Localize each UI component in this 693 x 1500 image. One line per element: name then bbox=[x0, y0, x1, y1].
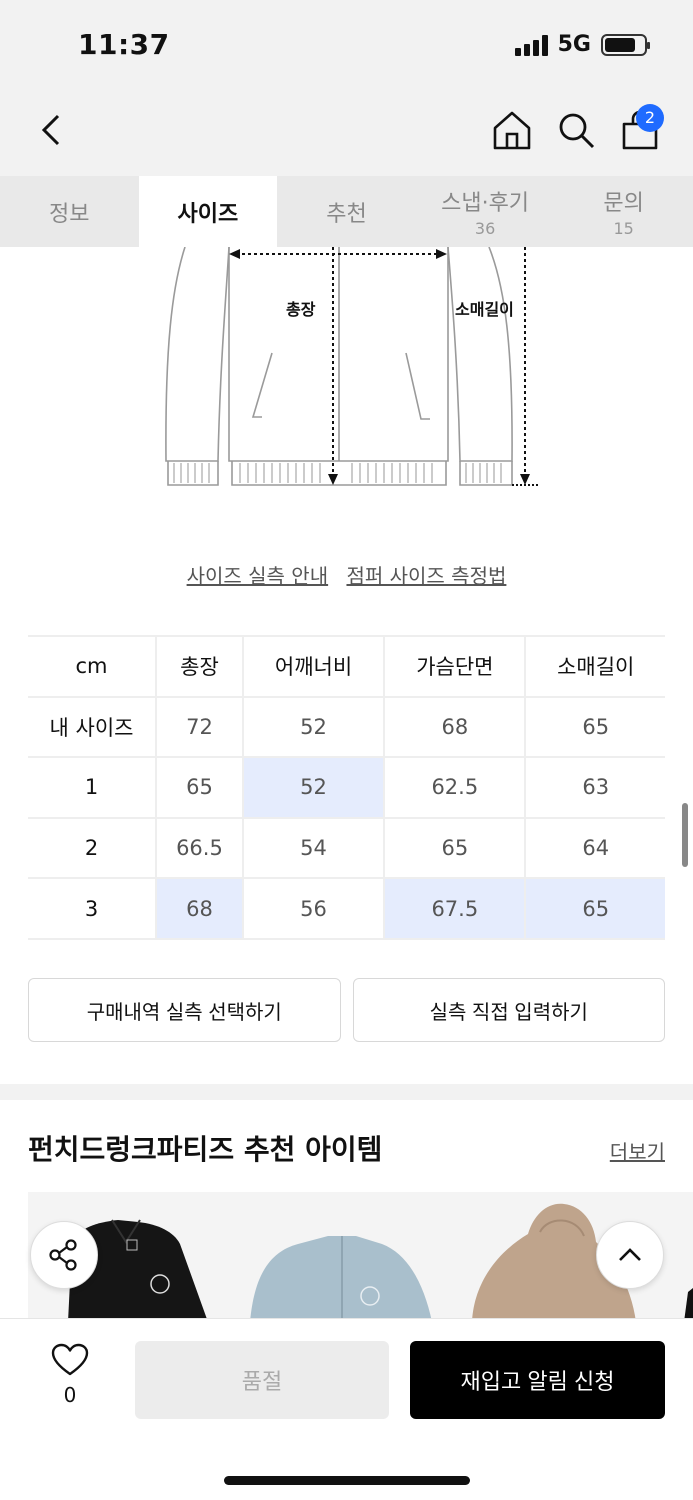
table-header: cm bbox=[28, 635, 157, 698]
back-button[interactable] bbox=[34, 108, 74, 152]
table-row: 내 사이즈 72 52 68 65 bbox=[28, 695, 665, 759]
table-header: 가슴단면 bbox=[383, 635, 527, 698]
purchase-history-measure-button[interactable]: 구매내역 실측 선택하기 bbox=[28, 978, 341, 1042]
header: 2 bbox=[0, 90, 693, 176]
home-indicator bbox=[224, 1476, 470, 1485]
tab-label: 문의 bbox=[603, 191, 644, 216]
table-cell: 68 bbox=[383, 695, 527, 759]
more-link[interactable]: 더보기 bbox=[610, 1136, 665, 1165]
sold-out-button: 품절 bbox=[135, 1341, 389, 1419]
chevron-up-icon bbox=[619, 1248, 641, 1261]
tab-bar: 정보 사이즈 추천 스냅·후기 36 문의 15 bbox=[0, 176, 693, 247]
status-bar: 11:37 5G bbox=[0, 0, 693, 90]
signal-icon bbox=[514, 34, 548, 56]
table-cell: 64 bbox=[524, 816, 665, 880]
status-time: 11:37 bbox=[78, 28, 170, 61]
bottom-purchase-bar: 0 품절 재입고 알림 신청 bbox=[0, 1318, 693, 1500]
table-header: 어깨너비 bbox=[241, 635, 386, 698]
tab-label: 추천 bbox=[326, 201, 367, 227]
table-cell: 52 bbox=[241, 756, 386, 819]
tab-recommend[interactable]: 추천 bbox=[277, 176, 416, 247]
size-table: cm 총장 어깨너비 가슴단면 소매길이 내 사이즈 72 52 68 65 1… bbox=[28, 635, 665, 940]
measure-method-link[interactable]: 점퍼 사이즈 측정법 bbox=[346, 564, 506, 588]
tab-size[interactable]: 사이즈 bbox=[138, 176, 278, 247]
actual-size-guide-link[interactable]: 사이즈 실측 안내 bbox=[187, 564, 329, 588]
scrollbar[interactable] bbox=[682, 803, 688, 867]
tab-label: 사이즈 bbox=[177, 201, 239, 227]
battery-icon bbox=[601, 33, 650, 56]
table-cell: 65 bbox=[383, 816, 527, 880]
recommend-section-title: 펀치드렁크파티즈 추천 아이템 bbox=[28, 1133, 383, 1166]
share-icon bbox=[49, 1239, 77, 1271]
tab-reviews[interactable]: 스냅·후기 36 bbox=[416, 176, 555, 247]
chevron-left-icon bbox=[41, 114, 60, 146]
table-row: 3 68 56 67.5 65 bbox=[28, 877, 665, 940]
table-cell: 62.5 bbox=[383, 756, 527, 819]
table-row: 2 66.5 54 65 64 bbox=[28, 816, 665, 880]
recommend-product-strip bbox=[28, 1192, 693, 1322]
right-sleeve bbox=[447, 247, 513, 462]
tab-label: 스냅·후기 bbox=[441, 191, 530, 216]
size-diagram: 총장 소매길이 bbox=[165, 247, 538, 486]
measurement-buttons: 구매내역 실측 선택하기 실측 직접 입력하기 bbox=[28, 978, 665, 1042]
table-header-row: cm 총장 어깨너비 가슴단면 소매길이 bbox=[28, 635, 665, 698]
table-cell: 72 bbox=[155, 695, 244, 759]
like-count: 0 bbox=[63, 1383, 77, 1407]
table-cell: 66.5 bbox=[155, 816, 244, 880]
table-cell: 63 bbox=[524, 756, 665, 819]
network-label: 5G bbox=[557, 32, 591, 57]
product-thumbnail[interactable] bbox=[250, 1236, 432, 1322]
heart-icon bbox=[51, 1343, 89, 1376]
restock-alert-button[interactable]: 재입고 알림 신청 bbox=[410, 1341, 665, 1419]
cart-count-badge: 2 bbox=[636, 104, 664, 132]
tab-label: 정보 bbox=[49, 201, 90, 227]
share-button[interactable] bbox=[30, 1221, 98, 1289]
table-cell: 68 bbox=[155, 877, 244, 940]
left-sleeve bbox=[165, 247, 230, 462]
length-label: 총장 bbox=[286, 300, 316, 319]
home-icon bbox=[493, 111, 531, 150]
tab-info[interactable]: 정보 bbox=[0, 176, 139, 247]
table-cell: 52 bbox=[241, 695, 386, 759]
section-divider bbox=[0, 1084, 693, 1100]
row-label: 1 bbox=[28, 756, 157, 819]
home-button[interactable] bbox=[490, 108, 534, 152]
row-label: 3 bbox=[28, 877, 157, 940]
tab-count: 15 bbox=[613, 219, 634, 238]
table-cell: 65 bbox=[524, 695, 665, 759]
size-guide-links: 사이즈 실측 안내 점퍼 사이즈 측정법 bbox=[0, 560, 693, 589]
search-button[interactable] bbox=[554, 108, 598, 152]
table-cell: 56 bbox=[241, 877, 386, 940]
table-header: 소매길이 bbox=[524, 635, 665, 698]
table-cell: 65 bbox=[155, 756, 244, 819]
search-icon bbox=[559, 113, 595, 149]
table-header: 총장 bbox=[155, 635, 244, 698]
table-cell: 54 bbox=[241, 816, 386, 880]
row-label: 내 사이즈 bbox=[28, 695, 157, 759]
tab-count: 36 bbox=[474, 219, 496, 238]
table-cell: 65 bbox=[524, 877, 665, 940]
table-row: 1 65 52 62.5 63 bbox=[28, 756, 665, 819]
row-label: 2 bbox=[28, 816, 157, 880]
status-icons: 5G bbox=[514, 32, 650, 57]
direct-input-measure-button[interactable]: 실측 직접 입력하기 bbox=[352, 978, 665, 1042]
tab-inquiry[interactable]: 문의 15 bbox=[554, 176, 693, 247]
table-cell: 67.5 bbox=[383, 877, 527, 940]
scroll-top-button[interactable] bbox=[596, 1221, 664, 1289]
like-button[interactable]: 0 bbox=[44, 1343, 96, 1407]
sleeve-label: 소매길이 bbox=[455, 300, 514, 319]
